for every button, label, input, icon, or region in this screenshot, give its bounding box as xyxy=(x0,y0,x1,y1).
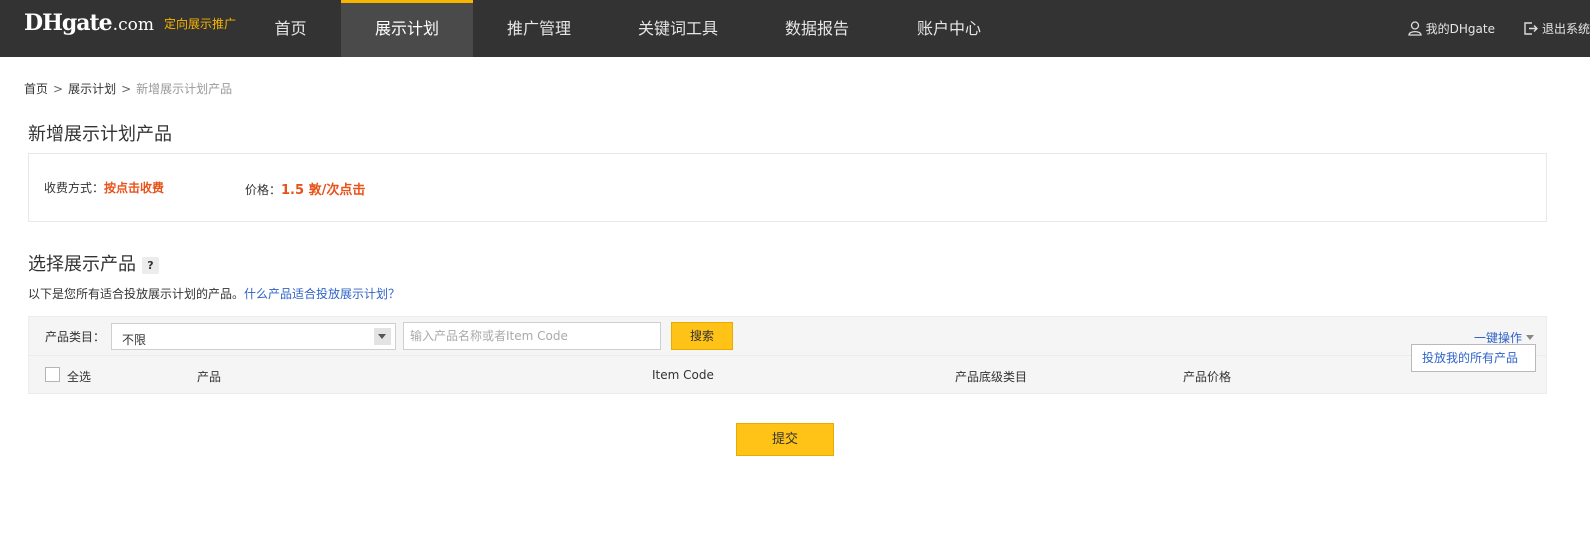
nav-data-report[interactable]: 数据报告 xyxy=(751,0,883,57)
logout-label: 退出系统 xyxy=(1541,22,1590,36)
caret-down-icon xyxy=(1526,335,1534,340)
logo-subtitle: 定向展示推广 xyxy=(163,17,236,31)
description-text: 以下是您所有适合投放展示计划的产品。 xyxy=(28,287,245,301)
select-products-title: 选择展示产品 xyxy=(28,254,136,275)
nav-account-center[interactable]: 账户中心 xyxy=(883,0,1015,57)
filter-bar: 产品类目： 不限 搜索 一键操作 xyxy=(28,316,1547,355)
nav-keyword-tool[interactable]: 关键词工具 xyxy=(605,0,751,57)
select-all-checkbox[interactable] xyxy=(45,367,60,382)
price-label: 价格： xyxy=(245,183,282,197)
submit-button[interactable]: 提交 xyxy=(736,423,834,456)
my-dhgate-link[interactable]: 我的DHgate xyxy=(1408,20,1495,37)
product-search-input[interactable] xyxy=(403,322,661,350)
page-title: 新增展示计划产品 xyxy=(28,124,172,145)
product-table-header: 全选 产品 Item Code 产品底级类目 产品价格 xyxy=(28,355,1547,394)
dhgate-logo[interactable]: DHgate .com 定向展示推广 xyxy=(24,10,236,46)
suitable-products-help-link[interactable]: 什么产品适合投放展示计划？ xyxy=(244,287,400,301)
select-products-description: 以下是您所有适合投放展示计划的产品。什么产品适合投放展示计划？ xyxy=(28,285,400,302)
nav-display-plan[interactable]: 展示计划 xyxy=(341,0,473,57)
price-value: 1.5 敦/次点击 xyxy=(281,183,366,198)
main-nav: 首页 展示计划 推广管理 关键词工具 数据报告 账户中心 xyxy=(240,0,1015,57)
help-icon[interactable]: ? xyxy=(142,256,159,274)
my-dhgate-label: 我的DHgate xyxy=(1425,22,1495,36)
breadcrumb-display-plan[interactable]: 展示计划 xyxy=(68,82,116,96)
breadcrumb-current: 新增展示计划产品 xyxy=(136,82,233,96)
user-icon xyxy=(1408,21,1422,36)
nav-home[interactable]: 首页 xyxy=(240,0,341,57)
breadcrumb: 首页 > 展示计划 > 新增展示计划产品 xyxy=(24,80,232,97)
price: 价格：1.5 敦/次点击 xyxy=(245,179,365,198)
logout-icon xyxy=(1524,22,1538,35)
breadcrumb-separator: > xyxy=(121,82,132,96)
logo-text: DHgate xyxy=(24,10,113,36)
charge-method-value: 按点击收费 xyxy=(104,181,165,195)
charge-method-label: 收费方式： xyxy=(44,181,105,195)
column-category: 产品底级类目 xyxy=(955,370,1028,384)
top-navbar: DHgate .com 定向展示推广 首页 展示计划 推广管理 关键词工具 数据… xyxy=(0,0,1590,57)
category-select[interactable]: 不限 xyxy=(111,323,396,350)
column-product: 产品 xyxy=(197,370,222,384)
column-item-code: Item Code xyxy=(652,368,714,382)
category-label: 产品类目： xyxy=(45,330,106,344)
promote-all-products-option[interactable]: 投放我的所有产品 xyxy=(1411,344,1536,372)
breadcrumb-separator: > xyxy=(53,82,64,96)
logout-link[interactable]: 退出系统 xyxy=(1523,20,1590,37)
select-products-heading: 选择展示产品? xyxy=(28,250,159,276)
logo-domain: .com xyxy=(112,15,154,35)
search-button[interactable]: 搜索 xyxy=(671,322,733,350)
column-price: 产品价格 xyxy=(1183,370,1232,384)
charge-method: 收费方式：按点击收费 xyxy=(44,179,164,196)
breadcrumb-home[interactable]: 首页 xyxy=(24,82,48,96)
select-all-label[interactable]: 全选 xyxy=(67,368,91,385)
user-area: 我的DHgate 退出系统 xyxy=(1408,0,1590,57)
category-select-value: 不限 xyxy=(122,333,147,347)
fee-info-box: 收费方式：按点击收费 价格：1.5 敦/次点击 xyxy=(28,153,1547,222)
nav-promotion-management[interactable]: 推广管理 xyxy=(473,0,605,57)
chevron-down-icon[interactable] xyxy=(374,328,391,345)
